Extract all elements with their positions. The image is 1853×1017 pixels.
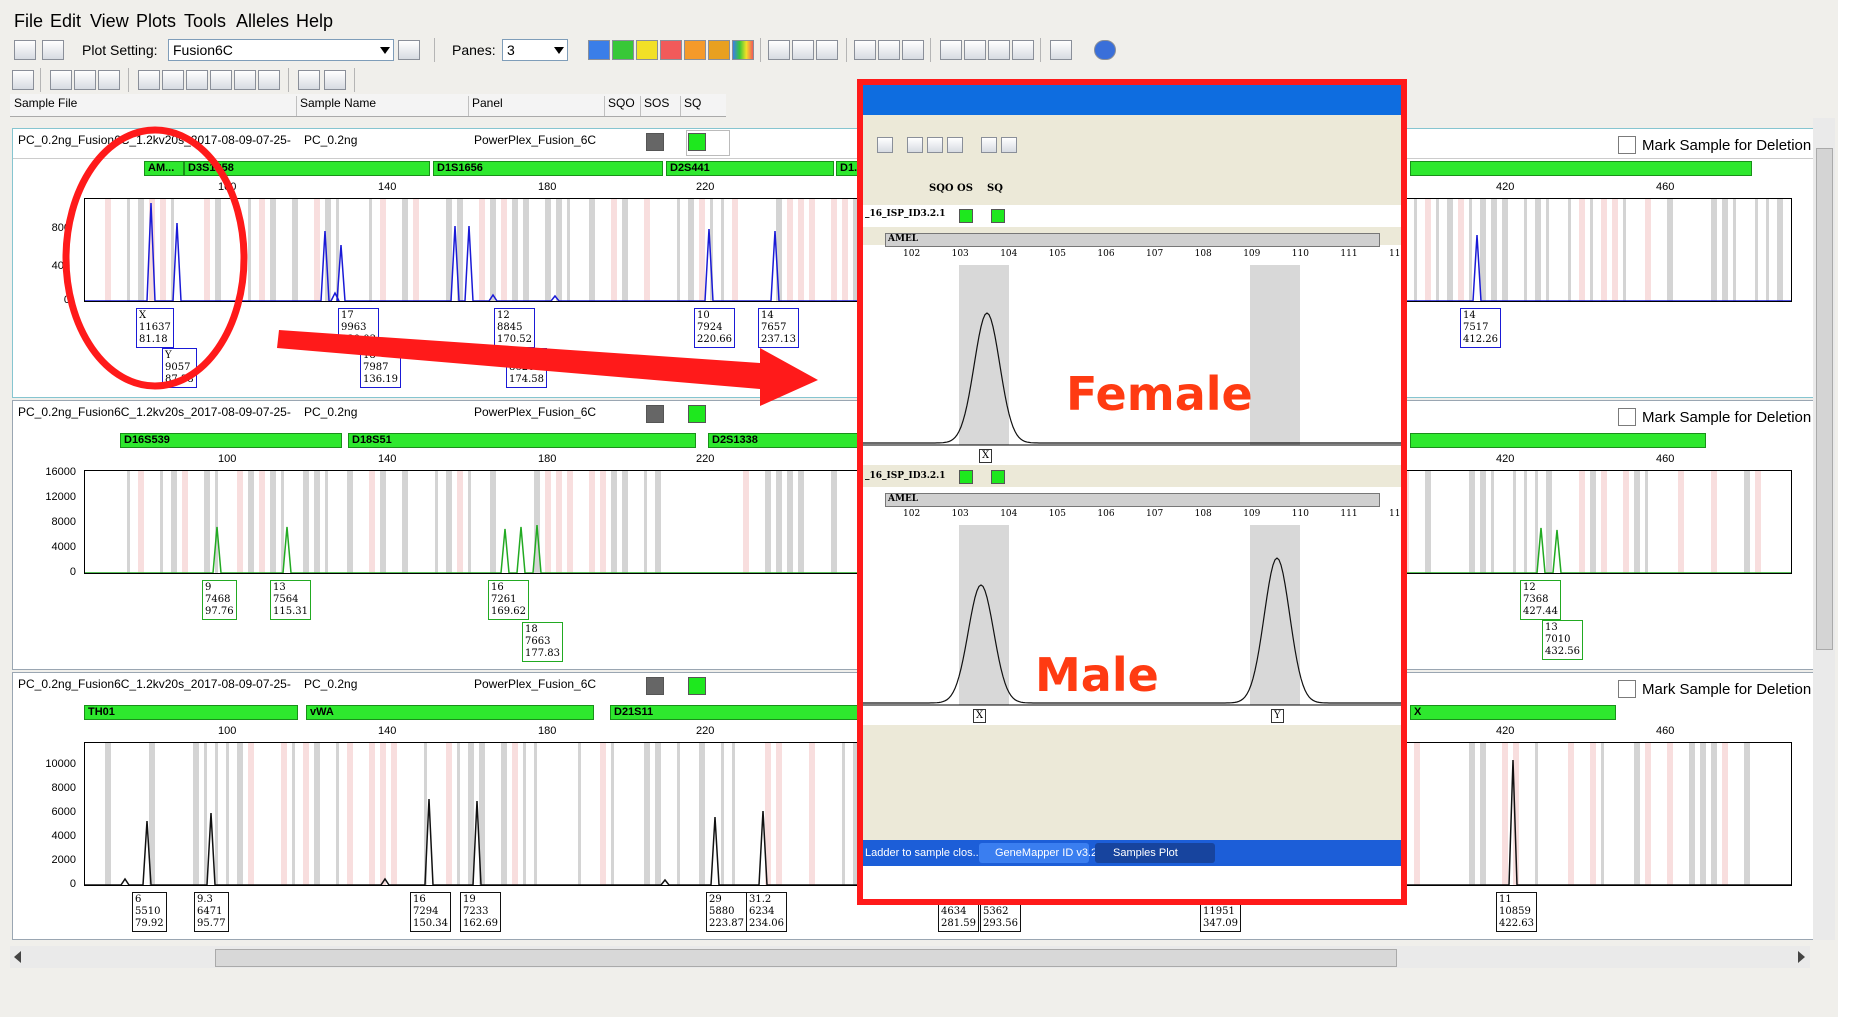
zoomed-amel-window: SQO OS SQ _16_ISP_ID3.2.1 AMEL 102 103 104… <box>857 79 1407 905</box>
overlay-markers-icon[interactable] <box>947 137 963 153</box>
sq-status-icon <box>991 470 1005 484</box>
overlay-peaks-icon[interactable] <box>927 137 943 153</box>
overlay-x-tick: 109 <box>1243 509 1261 519</box>
overlay-locus-bar[interactable]: AMEL <box>885 493 1380 507</box>
overlay-bins-icon[interactable] <box>907 137 923 153</box>
overlay-x-tick: 103 <box>951 509 969 519</box>
annotation-arrow <box>277 330 818 406</box>
overlay-plot-icon[interactable] <box>981 137 997 153</box>
taskbar-item[interactable]: Samples Plot <box>1113 842 1178 864</box>
amel-bin <box>1250 265 1300 445</box>
overlay-col-os: OS <box>957 183 973 194</box>
overlay-x-tick: 107 <box>1146 249 1164 259</box>
overlay-x-tick: 107 <box>1146 509 1164 519</box>
sos-status-icon <box>959 470 973 484</box>
overlay-x-tick: 104 <box>1000 509 1018 519</box>
overlay-x-tick: 109 <box>1243 249 1261 259</box>
highlight-ellipse <box>62 126 248 390</box>
overlay-x-tick: 105 <box>1048 249 1066 259</box>
male-annotation: Male <box>1035 648 1159 702</box>
overlay-col-sq: SQ <box>987 183 1003 194</box>
amel-bin <box>1250 525 1300 705</box>
overlay-col-sqo: SQO <box>929 183 954 194</box>
sos-status-icon <box>959 209 973 223</box>
amel-bin <box>959 265 1009 445</box>
overlay-overlay-icon[interactable] <box>1001 137 1017 153</box>
overlay-x-tick: 105 <box>1048 509 1066 519</box>
sq-status-icon <box>991 209 1005 223</box>
overlay-title-bar <box>863 85 1401 115</box>
overlay-menubar <box>863 115 1401 135</box>
overlay-x-tick: 112 <box>1389 509 1407 519</box>
overlay-x-tick: 111 <box>1340 509 1358 519</box>
female-annotation: Female <box>1066 367 1253 421</box>
overlay-x-tick: 110 <box>1291 509 1309 519</box>
overlay-x-tick: 108 <box>1194 249 1212 259</box>
overlay-sample-name: _16_ISP_ID3.2.1 <box>865 209 946 219</box>
amel-bin <box>959 525 1009 705</box>
overlay-x-tick: 103 <box>951 249 969 259</box>
overlay-x-tick: 104 <box>1000 249 1018 259</box>
allele-mark[interactable]: Y <box>1271 709 1284 723</box>
overlay-x-tick: 106 <box>1097 509 1115 519</box>
female-amel-plot[interactable] <box>863 265 1401 455</box>
overlay-sample-name: _16_ISP_ID3.2.1 <box>865 471 946 481</box>
overlay-x-tick: 112 <box>1389 249 1407 259</box>
overlay-locus-bar[interactable]: AMEL <box>885 233 1380 247</box>
overlay-x-tick: 110 <box>1291 249 1309 259</box>
overlay-x-tick: 111 <box>1340 249 1358 259</box>
taskbar-item[interactable]: Ladder to sample clos... <box>865 842 982 864</box>
overlay-footer <box>863 725 1401 840</box>
overlay-x-tick: 108 <box>1194 509 1212 519</box>
allele-mark[interactable]: X <box>979 449 993 463</box>
overlay-x-tick: 102 <box>903 249 921 259</box>
overlay-x-tick: 106 <box>1097 249 1115 259</box>
overlay-view-icon[interactable] <box>877 137 893 153</box>
taskbar-item[interactable]: GeneMapper ID v3.2 ... <box>995 842 1109 864</box>
overlay-x-tick: 102 <box>903 509 921 519</box>
allele-mark[interactable]: X <box>973 709 987 723</box>
